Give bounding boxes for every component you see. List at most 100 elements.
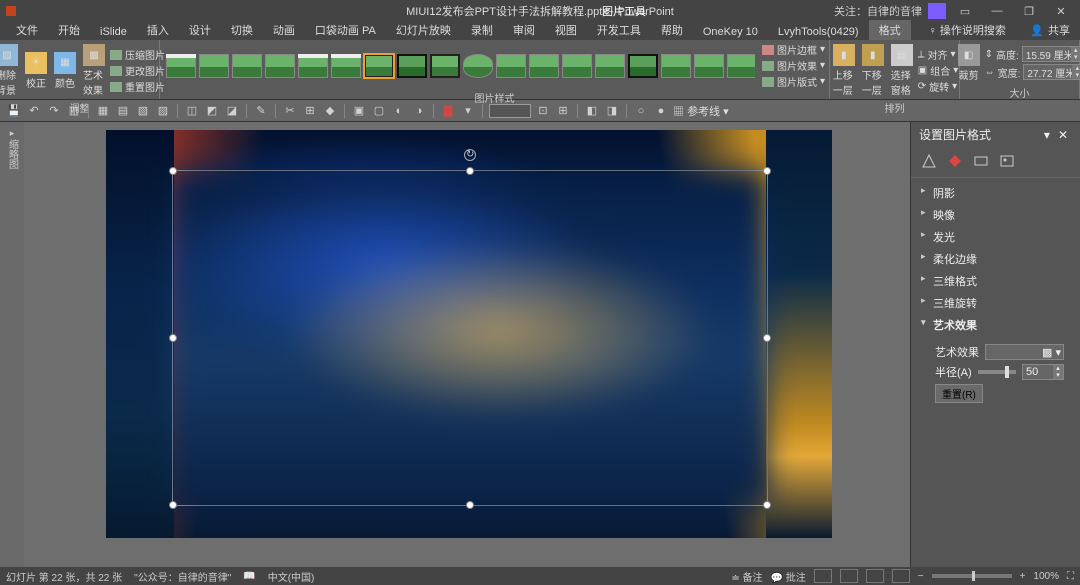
artistic-preset-combo[interactable]: ▩ ▾ — [985, 344, 1064, 360]
fit-button[interactable]: ⛶ — [1067, 571, 1074, 582]
rotate-button[interactable]: ⟳ 旋转 ▾ — [918, 79, 958, 94]
spellcheck-icon[interactable]: 📖 — [243, 571, 255, 582]
bring-forward-button[interactable]: ▮上移一层 — [831, 42, 857, 99]
zoom-out-button[interactable]: − — [918, 571, 924, 582]
width-input[interactable]: 27.72 厘米▴▾ — [1023, 64, 1080, 80]
section-soft-edges[interactable]: 柔化边缘 — [917, 248, 1074, 270]
picture-effects-button[interactable]: 图片效果 ▾ — [762, 58, 825, 73]
normal-view-button[interactable] — [814, 569, 832, 583]
qat-icon[interactable]: ▧ — [135, 103, 151, 119]
section-3d-format[interactable]: 三维格式 — [917, 270, 1074, 292]
notes-button[interactable]: ≐ 备注 — [731, 569, 762, 584]
spin-up[interactable]: ▴ — [1071, 47, 1080, 54]
style-thumb[interactable] — [265, 54, 295, 78]
section-glow[interactable]: 发光 — [917, 226, 1074, 248]
send-backward-button[interactable]: ▮下移一层 — [860, 42, 886, 99]
reset-artistic-button[interactable]: 重置(R) — [935, 384, 983, 403]
tab-view[interactable]: 视图 — [545, 20, 587, 40]
style-thumb[interactable] — [529, 54, 559, 78]
qat-icon[interactable]: ▨ — [155, 103, 171, 119]
spin-down[interactable]: ▾ — [1071, 54, 1080, 61]
ribbon-options-icon[interactable]: ▭ — [952, 2, 978, 20]
color-button[interactable]: ▦颜色 — [52, 50, 78, 92]
qat-icon[interactable]: ▤ — [115, 103, 131, 119]
sorter-view-button[interactable] — [840, 569, 858, 583]
tab-fill-line-icon[interactable] — [919, 151, 939, 171]
qat-icon[interactable]: ✂ — [282, 103, 298, 119]
account-badge[interactable] — [928, 3, 946, 19]
resize-handle-e[interactable] — [763, 334, 771, 342]
slideshow-view-button[interactable] — [892, 569, 910, 583]
picture-layout-button[interactable]: 图片版式 ▾ — [762, 74, 825, 89]
comments-button[interactable]: 💬 批注 — [771, 569, 806, 584]
style-thumb[interactable] — [562, 54, 592, 78]
tab-format[interactable]: 格式 — [869, 20, 911, 40]
style-thumb[interactable] — [463, 54, 493, 78]
resize-handle-n[interactable] — [466, 167, 474, 175]
style-thumb[interactable] — [298, 54, 328, 78]
redo-icon[interactable]: ↷ — [46, 103, 62, 119]
style-thumb[interactable] — [166, 54, 196, 78]
tab-picture-icon[interactable] — [997, 151, 1017, 171]
zoom-slider[interactable] — [932, 574, 1012, 578]
qat-icon[interactable]: ◐ — [391, 103, 407, 119]
guides-button[interactable]: ▦ 参考线 ▾ — [673, 103, 729, 119]
style-thumb[interactable] — [496, 54, 526, 78]
height-input[interactable]: 15.59 厘米▴▾ — [1022, 46, 1080, 62]
qat-icon[interactable]: ⊞ — [555, 103, 571, 119]
qat-icon[interactable]: ▢ — [371, 103, 387, 119]
style-thumb[interactable] — [694, 54, 724, 78]
qat-icon[interactable]: ⊞ — [302, 103, 318, 119]
style-thumb[interactable] — [331, 54, 361, 78]
tab-design[interactable]: 设计 — [179, 20, 221, 40]
tab-record[interactable]: 录制 — [461, 20, 503, 40]
reading-view-button[interactable] — [866, 569, 884, 583]
style-thumb[interactable] — [430, 54, 460, 78]
tab-transitions[interactable]: 切换 — [221, 20, 263, 40]
selection-pane-button[interactable]: ▤选择窗格 — [889, 42, 915, 99]
qat-icon[interactable]: ▥ — [66, 103, 82, 119]
spin-up[interactable]: ▴ — [1053, 365, 1063, 372]
remove-background-button[interactable]: ▨删除背景 — [0, 42, 20, 99]
zoom-in-button[interactable]: + — [1020, 571, 1026, 582]
spin-down[interactable]: ▾ — [1053, 372, 1063, 379]
eyedropper-icon[interactable]: ✎ — [253, 103, 269, 119]
qat-icon[interactable]: ◑ — [411, 103, 427, 119]
tab-pocket-anim[interactable]: 口袋动画 PA — [305, 20, 386, 40]
pane-dropdown[interactable]: ▾ — [1040, 128, 1054, 142]
spin-down[interactable]: ▾ — [1072, 72, 1080, 79]
rotate-handle[interactable] — [464, 149, 476, 161]
align-button[interactable]: ⟂ 对齐 ▾ — [918, 47, 958, 62]
theme-color-icon[interactable]: ▇ — [440, 103, 456, 119]
tab-insert[interactable]: 插入 — [137, 20, 179, 40]
resize-handle-s[interactable] — [466, 501, 474, 509]
tab-islide[interactable]: iSlide — [90, 24, 137, 40]
qat-combo[interactable] — [489, 104, 531, 118]
undo-icon[interactable]: ↶ — [26, 103, 42, 119]
tab-slideshow[interactable]: 幻灯片放映 — [386, 20, 461, 40]
radius-slider[interactable] — [978, 370, 1016, 374]
style-thumb[interactable] — [232, 54, 262, 78]
section-artistic-effects[interactable]: 艺术效果 — [917, 314, 1074, 336]
tab-onekey[interactable]: OneKey 10 — [693, 24, 768, 40]
resize-handle-ne[interactable] — [763, 167, 771, 175]
restore-button[interactable]: ❐ — [1016, 2, 1042, 20]
qat-icon[interactable]: ◨ — [604, 103, 620, 119]
tab-animations[interactable]: 动画 — [263, 20, 305, 40]
radius-input[interactable]: 50▴▾ — [1022, 364, 1064, 380]
selected-picture[interactable] — [172, 170, 768, 506]
corrections-button[interactable]: ☀校正 — [23, 50, 49, 92]
pane-close[interactable]: ✕ — [1054, 128, 1072, 142]
close-button[interactable]: ✕ — [1048, 2, 1074, 20]
reset-picture-button[interactable]: 重置图片 — [110, 79, 165, 94]
tab-file[interactable]: 文件 — [6, 20, 48, 40]
tell-me-search[interactable]: ♀ 操作说明搜索 — [919, 20, 1016, 40]
compress-pictures-button[interactable]: 压缩图片 — [110, 47, 165, 62]
group-button[interactable]: ▣ 组合 ▾ — [918, 63, 958, 78]
language-status[interactable]: 中文(中国) — [268, 569, 315, 584]
style-thumb[interactable] — [661, 54, 691, 78]
resize-handle-w[interactable] — [169, 334, 177, 342]
tab-lvyh[interactable]: LvyhTools(0429) — [768, 24, 869, 40]
qat-icon[interactable]: ◫ — [184, 103, 200, 119]
tab-home[interactable]: 开始 — [48, 20, 90, 40]
